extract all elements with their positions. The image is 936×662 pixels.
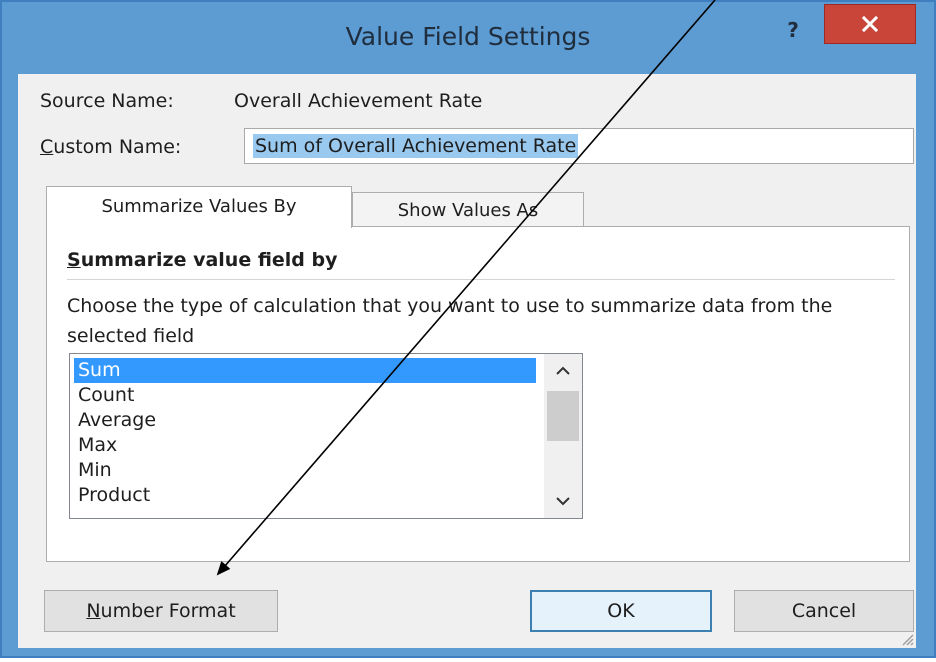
ok-button[interactable]: OK — [530, 590, 712, 632]
list-item-average[interactable]: Average — [74, 408, 536, 433]
list-item-max[interactable]: Max — [74, 433, 536, 458]
scroll-thumb[interactable] — [547, 391, 579, 441]
cancel-button[interactable]: Cancel — [734, 590, 914, 632]
source-name-value: Overall Achievement Rate — [234, 90, 483, 112]
source-name-label: Source Name: — [40, 90, 174, 112]
chevron-down-icon — [556, 497, 570, 506]
calculation-listbox[interactable]: Sum Count Average Max Min Product — [69, 353, 583, 519]
tab-show-values-as[interactable]: Show Values As — [352, 192, 584, 228]
listbox-scrollbar[interactable] — [544, 354, 582, 518]
resize-grip-icon[interactable] — [898, 630, 914, 646]
number-format-button[interactable]: Number Format — [44, 590, 278, 632]
title-bar[interactable]: Value Field Settings ? — [2, 2, 934, 80]
list-item-sum[interactable]: Sum — [74, 358, 536, 383]
list-item-count[interactable]: Count — [74, 383, 536, 408]
tab-summarize-values-by[interactable]: Summarize Values By — [46, 186, 352, 228]
section-divider — [67, 279, 895, 280]
section-title: Summarize value field by — [67, 249, 338, 271]
dialog-window: Value Field Settings ? Source Name: Over… — [0, 0, 936, 658]
list-item-min[interactable]: Min — [74, 458, 536, 483]
list-item-product[interactable]: Product — [74, 483, 536, 508]
chevron-up-icon — [556, 366, 570, 375]
custom-name-value: Sum of Overall Achievement Rate — [253, 134, 579, 158]
scroll-down-button[interactable] — [544, 486, 582, 516]
close-button[interactable] — [824, 4, 916, 44]
calculation-description: Choose the type of calculation that you … — [67, 295, 833, 347]
scroll-up-button[interactable] — [544, 356, 582, 386]
custom-name-input[interactable]: Sum of Overall Achievement Rate — [244, 128, 914, 164]
help-button[interactable]: ? — [778, 16, 808, 44]
custom-name-label: Custom Name: — [40, 136, 182, 158]
close-x-icon — [861, 15, 879, 33]
dialog-body: Source Name: Overall Achievement Rate Cu… — [18, 74, 916, 648]
tab-panel-summarize: Summarize value field by Choose the type… — [46, 226, 910, 562]
